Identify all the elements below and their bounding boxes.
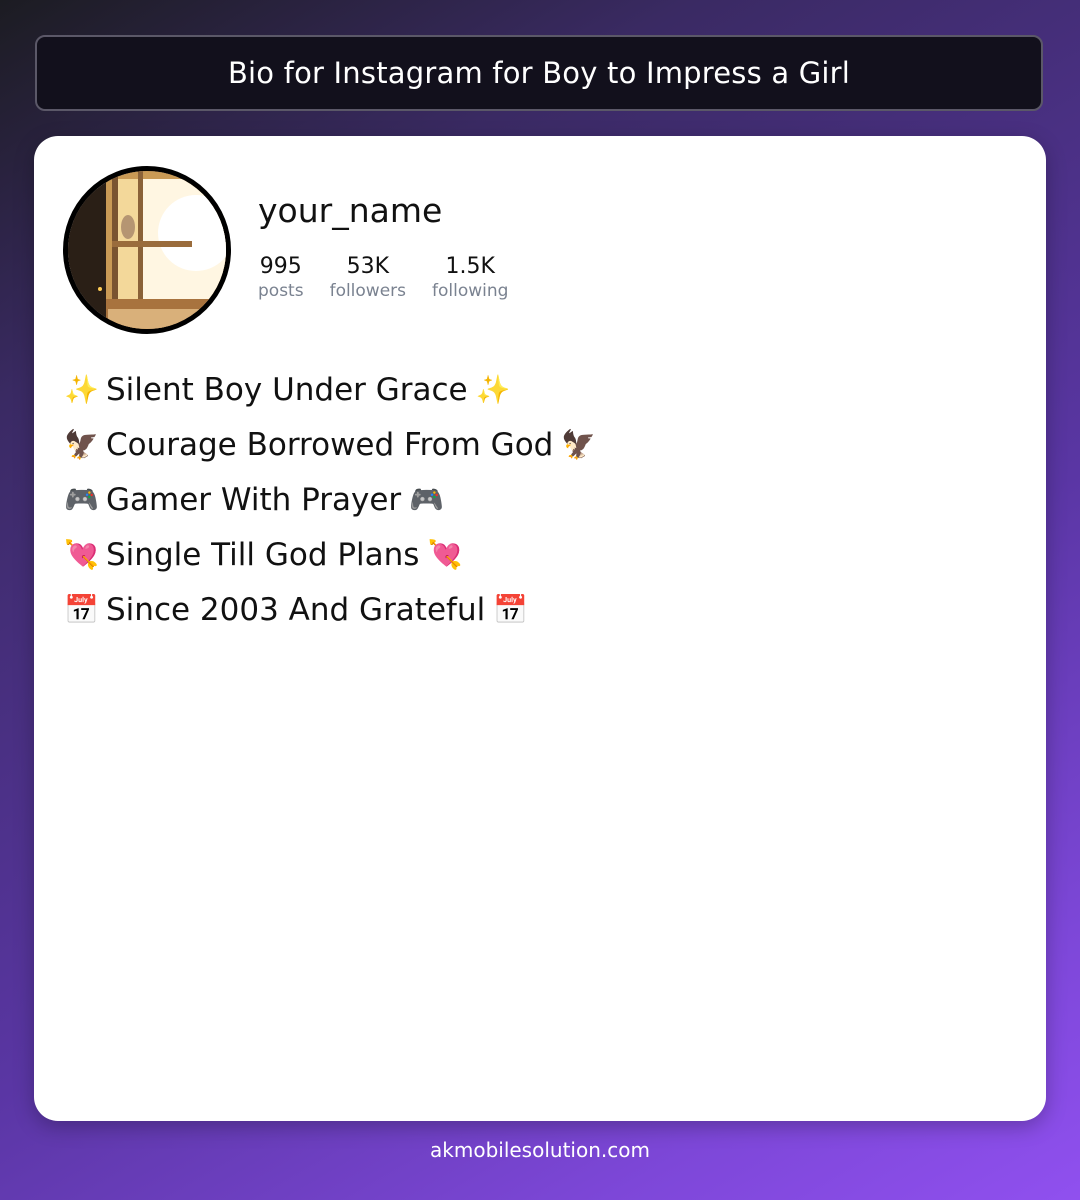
page-title: Bio for Instagram for Boy to Impress a G… — [227, 56, 851, 90]
bio-line: 💘 Single Till God Plans 💘 — [64, 527, 595, 582]
stat-followers[interactable]: 53K followers — [330, 254, 406, 302]
profile-card: your_name 995 posts 53K followers 1.5K f… — [34, 136, 1046, 1121]
bio-text: Since 2003 And Grateful — [106, 591, 486, 628]
stat-label: followers — [329, 281, 407, 302]
bio-line: ✨ Silent Boy Under Grace ✨ — [64, 362, 595, 417]
eagle-icon: 🦅 — [64, 428, 99, 461]
profile-stats: 995 posts 53K followers 1.5K following — [258, 254, 508, 302]
stat-value: 53K — [346, 254, 390, 279]
bio-line: 🦅 Courage Borrowed From God 🦅 — [64, 417, 597, 472]
bio-line: 🎮 Gamer With Prayer 🎮 — [64, 472, 595, 527]
stat-following[interactable]: 1.5K following — [432, 254, 508, 302]
avatar-photo — [68, 171, 226, 329]
footer-site[interactable]: akmobilesolution.com — [0, 1138, 1080, 1162]
stat-label: posts — [258, 281, 304, 302]
bio-text: Single Till God Plans — [106, 536, 420, 573]
stat-posts[interactable]: 995 posts — [258, 254, 304, 302]
sparkles-icon: ✨ — [475, 373, 511, 406]
stat-value: 995 — [259, 254, 302, 279]
calendar-icon: 📅 — [493, 593, 529, 626]
game-controller-icon: 🎮 — [409, 483, 445, 516]
heart-arrow-icon: 💘 — [427, 538, 463, 571]
stat-label: following — [432, 281, 509, 302]
avatar[interactable] — [63, 166, 231, 334]
bio-text: Silent Boy Under Grace — [106, 371, 468, 408]
bio-line: 📅 Since 2003 And Grateful 📅 — [64, 582, 595, 637]
username[interactable]: your_name — [258, 194, 442, 227]
game-controller-icon: 🎮 — [64, 483, 99, 516]
eagle-icon: 🦅 — [561, 428, 597, 461]
bio-list: ✨ Silent Boy Under Grace ✨ 🦅 Courage Bor… — [64, 362, 597, 637]
bio-text: Gamer With Prayer — [106, 481, 402, 518]
stat-value: 1.5K — [445, 254, 495, 279]
heart-arrow-icon: 💘 — [64, 538, 99, 571]
page-title-bar: Bio for Instagram for Boy to Impress a G… — [35, 35, 1043, 111]
bio-text: Courage Borrowed From God — [106, 426, 554, 463]
sparkles-icon: ✨ — [64, 373, 99, 406]
calendar-icon: 📅 — [64, 593, 99, 626]
